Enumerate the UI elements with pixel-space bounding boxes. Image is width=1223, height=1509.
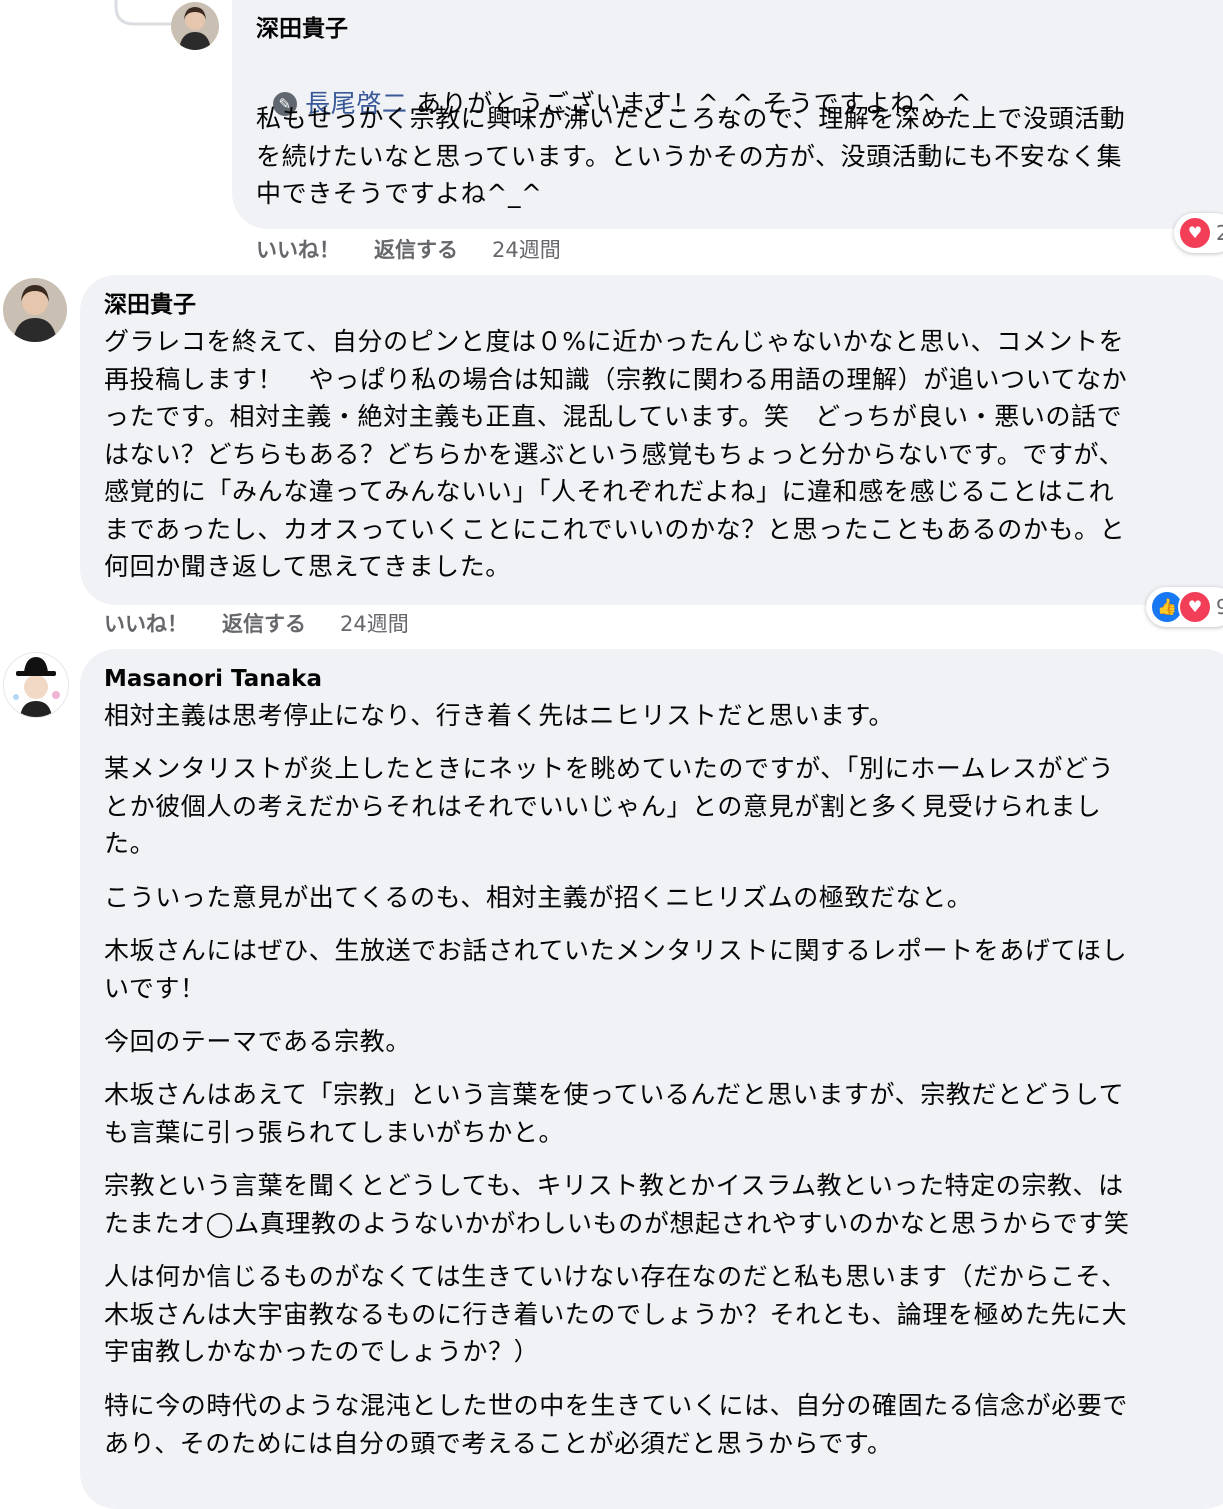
comment-actions: いいね！ 返信する 24週間 [104,608,409,638]
avatar[interactable] [3,278,67,342]
comment-paragraph: 木坂さんはあえて「宗教」という言葉を使っているんだと思いますが、宗教だとどうして… [104,1080,1125,1147]
reaction-summary[interactable]: 👍 ♥ 9 [1146,587,1223,627]
timestamp[interactable]: 24週間 [492,234,561,264]
comment-paragraph: 宗教という言葉を聞くとどうしても、キリスト教とかイスラム教といった特定の宗教、は… [104,1171,1130,1238]
comment-paragraph: こういった意見が出てくるのも、相対主義が招くニヒリズムの極致だなと。 [104,883,973,912]
comment-text: 私もせっかく宗教に興味が沸いたところなので、理解を深めた上で没頭活動 を続けたい… [256,104,1126,208]
comment-text: グラレコを終えて、自分のピンと度は０%に近かったんじゃないかなと思い、コメントを… [104,327,1128,581]
thread-connector [114,0,172,26]
love-reaction-icon: ♥ [1178,216,1212,250]
comment-paragraph: 相対主義は思考停止になり、行き着く先はニヒリストだと思います。 [104,701,895,730]
comment-paragraph: 特に今の時代のような混沌とした世の中を生きていくには、自分の確固たる信念が必要で… [104,1391,1129,1458]
like-button[interactable]: いいね！ [104,608,188,638]
comment-paragraph: 人は何か信じるものがなくては生きていけない存在なのだと私も思います（だからこそ、… [104,1262,1128,1366]
comment-author[interactable]: 深田貴子 [256,14,348,44]
comment-paragraph: 某メンタリストが炎上したときにネットを眺めていたのですが、「別にホームレスがどう… [104,754,1115,858]
timestamp[interactable]: 24週間 [340,608,409,638]
comment-actions: いいね！ 返信する 24週間 [256,234,561,264]
reply-button[interactable]: 返信する [222,608,306,638]
avatar[interactable] [171,2,219,50]
comment-paragraph: 今回のテーマである宗教。 [104,1027,411,1056]
avatar[interactable] [3,652,69,718]
reply-button[interactable]: 返信する [374,234,458,264]
comment-paragraph: 木坂さんにはぜひ、生放送でお話されていたメンタリストに関するレポートをあげてほし… [104,936,1128,1003]
comment-author[interactable]: Masanori Tanaka [104,664,322,694]
reaction-count: 9 [1216,595,1223,619]
love-reaction-icon: ♥ [1178,590,1212,624]
reaction-count: 2 [1216,221,1223,245]
reaction-summary[interactable]: ♥ 2 [1174,213,1223,253]
comment-author[interactable]: 深田貴子 [104,290,196,320]
like-button[interactable]: いいね！ [256,234,340,264]
